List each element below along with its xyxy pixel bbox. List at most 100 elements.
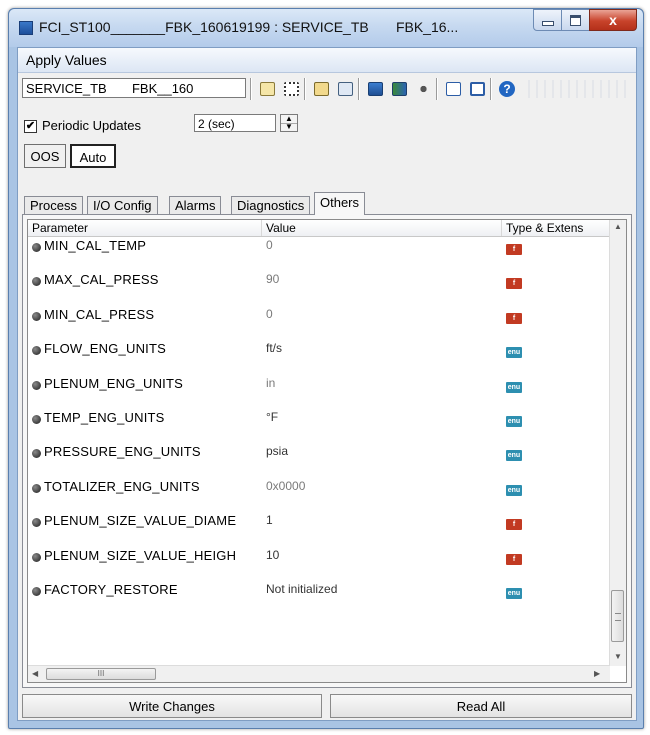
parameter-name: PLENUM_SIZE_VALUE_DIAME [44, 513, 237, 529]
maximize-button[interactable] [561, 9, 590, 31]
float-type-icon: f [506, 553, 522, 565]
help-button[interactable]: ? [496, 78, 518, 100]
write-changes-button[interactable]: Write Changes [22, 694, 322, 718]
tab-others[interactable]: Others [314, 192, 366, 215]
parameter-value[interactable]: ft/s [266, 341, 282, 355]
parameter-value[interactable]: 0 [266, 307, 273, 321]
table-row[interactable]: FACTORY_RESTORE Not initialized enu [28, 582, 610, 616]
parameter-name: PRESSURE_ENG_UNITS [44, 444, 201, 460]
edit-block-button[interactable] [256, 78, 278, 100]
horizontal-scroll-thumb[interactable]: III [46, 668, 156, 680]
window-title: FCI_ST100_______FBK_160619199 : SERVICE_… [39, 19, 459, 35]
tab-diagnostics[interactable]: Diagnostics [231, 196, 311, 214]
sort-button[interactable] [412, 78, 434, 100]
table-row[interactable]: PRESSURE_ENG_UNITS psia enu [28, 444, 610, 478]
parameter-bullet-icon [32, 311, 41, 321]
table-row[interactable]: TEMP_ENG_UNITS °F enu [28, 410, 610, 444]
parameter-value[interactable]: °F [266, 410, 278, 424]
periodic-updates-label: Periodic Updates [42, 118, 141, 133]
parameter-value[interactable]: 0x0000 [266, 479, 305, 493]
enum-type-icon: enu [506, 347, 522, 359]
tab-process[interactable]: Process [24, 196, 83, 214]
tab-panel-others: Parameter Value Type & Extens MIN_CAL_TE… [22, 214, 632, 688]
enum-type-icon: enu [506, 450, 522, 462]
parameter-value[interactable]: 1 [266, 513, 273, 527]
horizontal-scrollbar[interactable]: ◀ III ▶ [28, 665, 610, 682]
grip-icon [615, 613, 621, 621]
toolbar-separator [358, 78, 360, 100]
main-window: FCI_ST100_______FBK_160619199 : SERVICE_… [8, 8, 644, 729]
parameter-name: PLENUM_ENG_UNITS [44, 375, 184, 391]
parameter-name: MIN_CAL_PRESS [44, 306, 155, 322]
parameter-bullet-icon [32, 346, 41, 356]
column-header-value[interactable]: Value [262, 220, 502, 236]
view-button[interactable] [334, 78, 356, 100]
toolbar-background [522, 80, 632, 98]
toolbar-separator [250, 78, 252, 100]
auto-button[interactable]: Auto [70, 144, 116, 168]
parameter-value[interactable]: 10 [266, 548, 279, 562]
minimize-button[interactable] [533, 9, 562, 31]
table-row[interactable]: MIN_CAL_TEMP 0 f [28, 238, 610, 272]
periodic-updates-checkbox[interactable]: ✔ [24, 120, 37, 133]
edit-selected-button[interactable] [280, 78, 302, 100]
float-type-icon: f [506, 519, 522, 531]
table-row[interactable]: PLENUM_ENG_UNITS in enu [28, 376, 610, 410]
parameter-bullet-icon [32, 243, 41, 252]
interval-spinner[interactable]: ▲ ▼ [280, 114, 298, 132]
title-bar[interactable]: FCI_ST100_______FBK_160619199 : SERVICE_… [9, 9, 643, 47]
help-icon: ? [499, 81, 515, 97]
window-controls: x [533, 9, 637, 31]
minimize-icon [541, 20, 554, 26]
scroll-left-icon[interactable]: ◀ [32, 669, 38, 678]
parameter-value[interactable]: psia [266, 444, 288, 458]
menu-bar: Apply Values [18, 48, 636, 73]
toolbar-separator [490, 78, 492, 100]
parameter-value[interactable]: in [266, 376, 275, 390]
transfer-button[interactable] [388, 78, 410, 100]
parameter-value[interactable]: Not initialized [266, 582, 337, 596]
table-row[interactable]: FLOW_ENG_UNITS ft/s enu [28, 341, 610, 375]
parameter-bullet-icon [32, 449, 41, 459]
tab-alarms[interactable]: Alarms [169, 196, 222, 214]
parameter-bullet-icon [32, 415, 41, 424]
table-row[interactable]: MIN_CAL_PRESS 0 f [28, 307, 610, 341]
parameter-value[interactable]: 90 [266, 272, 279, 286]
oos-button[interactable]: OOS [24, 144, 66, 168]
scroll-down-icon[interactable]: ▼ [614, 652, 622, 661]
enum-type-icon: enu [506, 416, 522, 427]
column-header-type[interactable]: Type & Extens [502, 220, 610, 236]
list-view-button[interactable] [442, 78, 464, 100]
table-row[interactable]: MAX_CAL_PRESS 90 f [28, 272, 610, 306]
close-button[interactable]: x [589, 9, 637, 31]
table-row[interactable]: TOTALIZER_ENG_UNITS 0x0000 enu [28, 479, 610, 513]
parameter-value[interactable]: 0 [266, 238, 273, 252]
vertical-scroll-thumb[interactable] [611, 590, 624, 642]
parameter-name: TOTALIZER_ENG_UNITS [44, 478, 200, 494]
table-row[interactable]: PLENUM_SIZE_VALUE_DIAME 1 f [28, 513, 610, 547]
tab-io-config[interactable]: I/O Config [87, 196, 158, 214]
scroll-up-icon[interactable]: ▲ [614, 222, 622, 231]
detail-view-icon [469, 82, 485, 96]
parameter-name: PLENUM_SIZE_VALUE_HEIGH [44, 547, 237, 563]
detail-view-button[interactable] [466, 78, 488, 100]
table-row[interactable]: PLENUM_SIZE_VALUE_HEIGH 10 f [28, 548, 610, 582]
transfer-icon [391, 82, 407, 96]
column-header-parameter[interactable]: Parameter [28, 220, 262, 236]
read-all-button[interactable]: Read All [330, 694, 632, 718]
edit-icon [259, 82, 275, 96]
update-interval-field[interactable]: 2 (sec) [194, 114, 276, 132]
compare-button[interactable] [310, 78, 332, 100]
parameter-bullet-icon [32, 380, 41, 390]
scroll-right-icon[interactable]: ▶ [594, 669, 600, 678]
toolbar: SERVICE_TB FBK__160 ? [18, 74, 636, 104]
menu-apply-values[interactable]: Apply Values [26, 52, 107, 68]
grid-header: Parameter Value Type & Extens [28, 220, 626, 237]
glasses-icon [337, 82, 353, 96]
toolbar-separator [304, 78, 306, 100]
parameter-bullet-icon [32, 277, 41, 287]
spin-down-icon[interactable]: ▼ [281, 123, 297, 131]
block-selector[interactable]: SERVICE_TB FBK__160 [22, 78, 246, 98]
vertical-scrollbar[interactable]: ▲ ▼ [609, 220, 626, 666]
download-button[interactable] [364, 78, 386, 100]
